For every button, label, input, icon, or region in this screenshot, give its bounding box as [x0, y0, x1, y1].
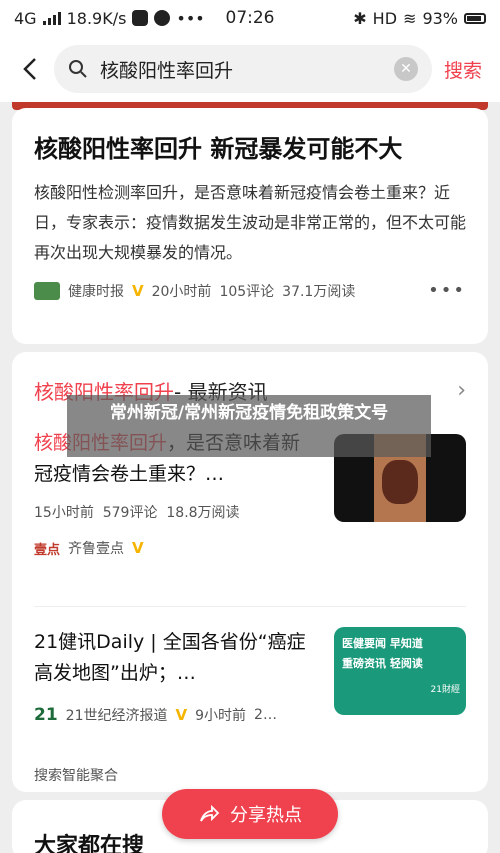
search-button[interactable]: 搜索: [444, 56, 488, 83]
battery-icon: [464, 12, 486, 24]
source-logo: [34, 281, 60, 300]
bluetooth-icon: ✱: [353, 8, 367, 28]
status-bar: 4G 18.9K/s ••• 07:26 ✱ HD ≋ 93%: [0, 0, 500, 36]
news-item[interactable]: 21健讯Daily | 全国各省份“癌症高发地图”出炉；… 21 21世纪经济报…: [34, 607, 466, 747]
post-time: 15小时前: [34, 505, 94, 521]
more-options-icon[interactable]: •••: [428, 280, 466, 301]
wifi-icon: ≋: [403, 8, 417, 28]
news-item-source: 壹点 齐鲁壹点 V: [34, 538, 466, 558]
news-item-title: 21健讯Daily | 全国各省份“癌症高发地图”出炉；…: [34, 631, 306, 684]
network-type: 4G: [14, 8, 37, 28]
source-name[interactable]: 21世纪经济报道: [66, 705, 168, 725]
caption-overlay: 常州新冠/常州新冠疫情免租政策文号: [67, 395, 431, 457]
comment-count: 105评论: [219, 283, 275, 300]
search-icon: [69, 60, 87, 78]
source-name[interactable]: 健康时报: [68, 281, 124, 301]
verified-icon: V: [132, 281, 144, 300]
post-time: 20小时前: [151, 283, 212, 300]
aggregate-footer: 搜索智能聚合: [34, 768, 118, 784]
back-arrow-icon: [23, 58, 36, 80]
source-name[interactable]: 齐鲁壹点: [68, 538, 124, 558]
signal-icon: [42, 11, 61, 25]
read-count: 18.8万阅读: [166, 505, 240, 521]
clear-icon[interactable]: ✕: [393, 57, 418, 81]
hd-indicator: HD: [372, 8, 398, 28]
top-article-card[interactable]: 核酸阳性率回升 新冠暴发可能不大 核酸阳性检测率回升，是否意味着新冠疫情会卷土重…: [12, 108, 488, 344]
thumbnail-detail: [382, 460, 418, 504]
message-icon: [132, 10, 149, 26]
search-header: 核酸阳性率回升 ✕ 搜索: [0, 36, 500, 102]
share-icon: [200, 804, 220, 822]
article-summary: 核酸阳性检测率回升，是否意味着新冠疫情会卷土重来？近日，专家表示：疫情数据发生波…: [34, 183, 467, 262]
thumbnail-line-2: 重磅资讯 轻阅读: [342, 657, 423, 670]
article-thumbnail[interactable]: 医健要闻 早知道 重磅资讯 轻阅读 21財經: [334, 627, 466, 715]
share-hotspot-button[interactable]: 分享热点: [162, 789, 338, 839]
article-title: 核酸阳性率回升 新冠暴发可能不大: [34, 135, 403, 163]
comment-count: 579评论: [102, 505, 158, 521]
search-query: 核酸阳性率回升: [100, 59, 234, 82]
back-button[interactable]: [12, 49, 48, 89]
more-notifications-icon: •••: [176, 8, 205, 28]
chevron-right-icon: ›: [457, 377, 466, 403]
extra-meta: 2…: [254, 707, 277, 723]
source-logo: 21: [34, 705, 58, 725]
battery-level: 93%: [422, 8, 458, 28]
post-time: 9小时前: [195, 708, 247, 724]
thumbnail-logo: 21財經: [430, 685, 460, 695]
thumbnail-line-1: 医健要闻 早知道: [342, 637, 423, 650]
read-count: 37.1万阅读: [282, 283, 356, 300]
network-speed: 18.9K/s: [66, 8, 127, 28]
verified-icon: V: [175, 706, 188, 724]
verified-icon: V: [132, 539, 144, 557]
app-notification-icon: [154, 10, 171, 26]
search-input[interactable]: 核酸阳性率回升 ✕: [54, 45, 432, 93]
share-label: 分享热点: [230, 805, 302, 826]
source-logo: 壹点: [34, 542, 61, 558]
article-meta: 健康时报 V 20小时前 105评论 37.1万阅读 •••: [34, 280, 466, 301]
